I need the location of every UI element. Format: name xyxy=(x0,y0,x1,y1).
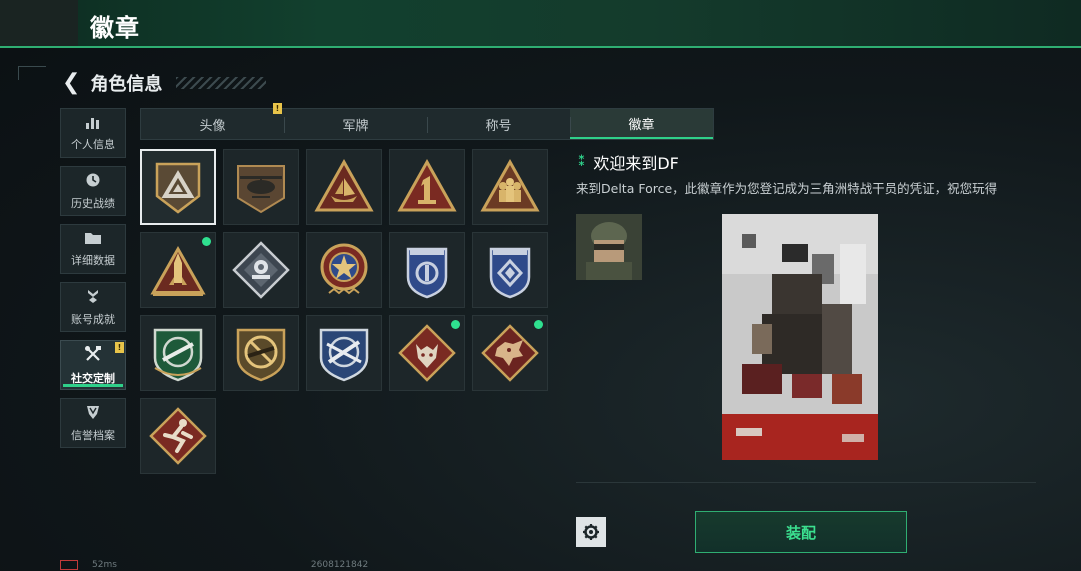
sidebar-item-personal-info[interactable]: 个人信息 xyxy=(60,108,126,158)
badge-slot-blue-rifle[interactable] xyxy=(306,315,382,391)
diamond-marker-icon: ⁑ xyxy=(578,154,586,170)
network-status-icon xyxy=(60,560,78,570)
chevron-left-icon: ❮ xyxy=(62,70,81,95)
badge-slot-no-rifle[interactable] xyxy=(223,315,299,391)
sidebar-item-reputation[interactable]: 信誉档案 xyxy=(60,398,126,448)
sidebar-item-social-custom[interactable]: ! 社交定制 xyxy=(60,340,126,390)
tab-dogtag[interactable]: 军牌 xyxy=(284,109,427,139)
tab-label: 称号 xyxy=(485,118,512,134)
badge-slot-helicopter[interactable] xyxy=(223,149,299,225)
sidebar-item-history[interactable]: 历史战绩 xyxy=(60,166,126,216)
tab-label: 军牌 xyxy=(342,118,369,134)
sidebar-item-label: 个人信息 xyxy=(71,137,115,151)
badge-slot-star-wreath[interactable] xyxy=(306,232,382,308)
new-indicator-dot xyxy=(534,320,543,329)
divider xyxy=(576,482,1036,483)
sidebar-item-label: 账号成就 xyxy=(71,312,115,326)
sidebar-item-achievements[interactable]: 账号成就 xyxy=(60,282,126,332)
badge-slot-number-one[interactable] xyxy=(389,149,465,225)
gear-icon xyxy=(583,524,599,540)
boat-badge-icon xyxy=(314,158,374,212)
badge-slot-soldiers[interactable] xyxy=(472,149,548,225)
badge-detail-description: 来到Delta Force，此徽章作为您登记成为三角洲特战干员的凭证，祝您玩得 xyxy=(576,181,998,196)
badge-slot-green-rifle[interactable] xyxy=(140,315,216,391)
badge-detail-header: ⁑ 欢迎来到DF xyxy=(578,150,679,174)
blue-shield-diamond-badge-icon xyxy=(489,247,531,299)
sidebar-item-label: 社交定制 xyxy=(71,371,115,385)
sidebar-item-label: 信誉档案 xyxy=(71,428,115,442)
tab-label: 徽章 xyxy=(628,117,655,133)
sidebar: 个人信息 历史战绩 详细数据 账号成就 ! 社交定制 信誉档案 xyxy=(60,108,126,456)
top-bar-left-block xyxy=(0,0,78,46)
stripe-decoration xyxy=(176,77,267,89)
blue-rifle-badge-icon xyxy=(319,328,369,382)
tab-badge[interactable]: 徽章 xyxy=(570,109,713,139)
back-button[interactable]: ❮ 角色信息 xyxy=(62,70,267,96)
no-rifle-badge-icon xyxy=(236,328,286,382)
badge-slot-blue-shield-b[interactable] xyxy=(472,232,548,308)
notification-badge: ! xyxy=(273,103,282,114)
new-indicator-dot xyxy=(202,237,211,246)
gear-badge-icon xyxy=(232,241,290,299)
rocket-badge-icon xyxy=(150,245,206,296)
tab-label: 头像 xyxy=(199,118,226,134)
corner-decoration xyxy=(18,66,46,80)
number-one-badge-icon xyxy=(397,158,457,212)
badge-detail-title: 欢迎来到DF xyxy=(593,154,679,173)
wolf-badge-icon xyxy=(398,324,456,382)
badge-slot-gear[interactable] xyxy=(223,232,299,308)
green-rifle-badge-icon xyxy=(153,328,203,382)
tab-avatar[interactable]: 头像 ! xyxy=(141,103,284,139)
badge-slot-dragon[interactable] xyxy=(472,315,548,391)
dragon-badge-icon xyxy=(481,324,539,382)
operator-card-image xyxy=(722,214,878,460)
status-footer: 52ms 2608121842 xyxy=(60,560,368,570)
bar-chart-icon xyxy=(85,115,101,132)
shield-icon xyxy=(85,404,101,423)
sidebar-item-label: 详细数据 xyxy=(71,253,115,267)
equip-button[interactable]: 装配 xyxy=(695,511,907,553)
runner-badge-icon xyxy=(149,407,207,465)
new-indicator-dot xyxy=(451,320,460,329)
badge-slot-boat[interactable] xyxy=(306,149,382,225)
category-tabs: 头像 ! 军牌 称号 徽章 xyxy=(140,103,714,140)
back-label: 角色信息 xyxy=(90,74,163,95)
badge-slot-triangle-shield[interactable] xyxy=(140,149,216,225)
ping-value: 52ms xyxy=(92,560,117,570)
player-avatar xyxy=(576,214,642,280)
clock-icon xyxy=(85,172,101,191)
notification-badge: ! xyxy=(115,342,124,353)
settings-button[interactable] xyxy=(576,517,606,547)
star-wreath-badge-icon xyxy=(320,243,368,295)
tab-title[interactable]: 称号 xyxy=(427,109,570,139)
sidebar-item-label: 历史战绩 xyxy=(71,196,115,210)
folder-icon xyxy=(84,231,102,248)
tools-icon xyxy=(84,345,102,366)
soldiers-badge-icon xyxy=(480,158,540,212)
player-uid: 2608121842 xyxy=(310,560,369,570)
badge-slot-blue-shield-a[interactable] xyxy=(389,232,465,308)
blue-shield-badge-icon xyxy=(406,247,448,299)
badge-slot-rocket[interactable] xyxy=(140,232,216,308)
top-bar: 徽章 xyxy=(0,0,1081,48)
page-title: 徽章 xyxy=(90,14,140,42)
sidebar-item-details[interactable]: 详细数据 xyxy=(60,224,126,274)
badge-slot-runner[interactable] xyxy=(140,398,216,474)
helicopter-badge-icon xyxy=(237,165,285,214)
badge-slot-wolf[interactable] xyxy=(389,315,465,391)
triangle-shield-badge-icon xyxy=(155,162,201,214)
medal-icon xyxy=(85,288,101,307)
